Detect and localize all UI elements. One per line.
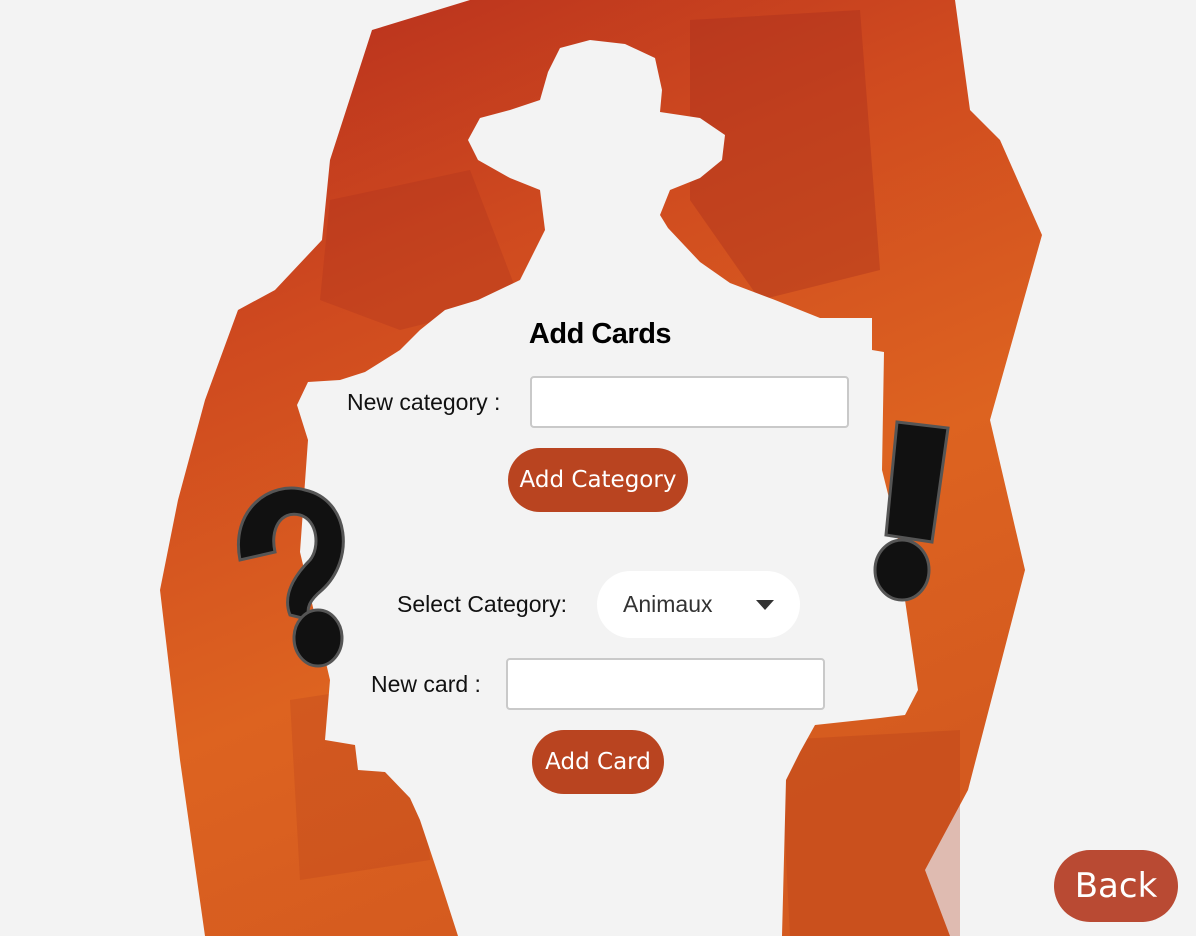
category-select[interactable]: Animaux (597, 571, 800, 638)
new-card-label: New card : (371, 671, 481, 697)
new-category-input[interactable] (530, 376, 849, 428)
category-select-value: Animaux (623, 591, 713, 617)
back-button[interactable]: Back (1054, 850, 1178, 922)
page-title: Add Cards (528, 318, 672, 350)
chevron-down-icon (756, 600, 774, 610)
new-card-input[interactable] (506, 658, 825, 710)
new-category-label: New category : (347, 389, 501, 415)
add-category-button[interactable]: Add Category (508, 448, 688, 512)
add-card-button[interactable]: Add Card (532, 730, 664, 794)
select-category-label: Select Category: (397, 591, 568, 617)
